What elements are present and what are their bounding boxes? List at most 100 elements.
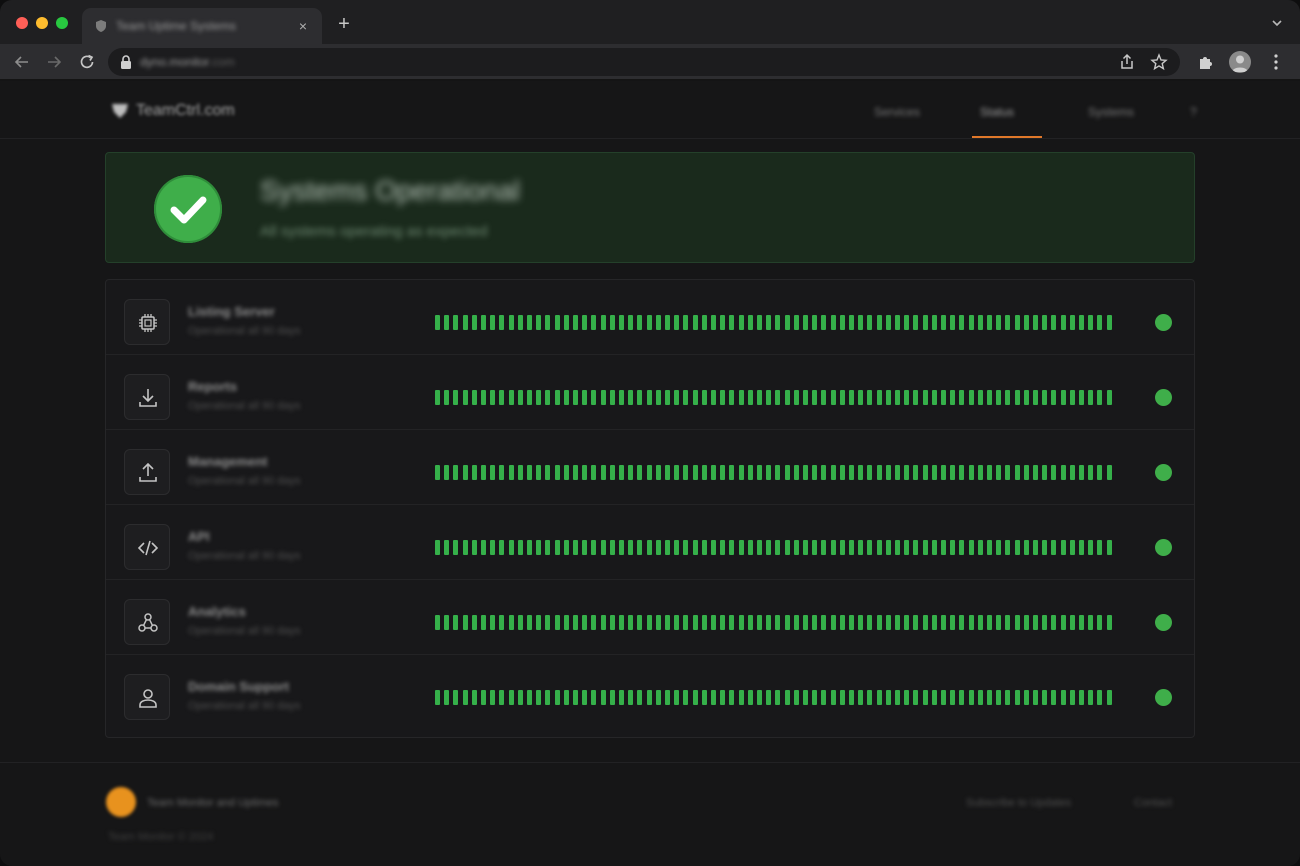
uptime-day-segment[interactable] [591, 615, 597, 630]
uptime-day-segment[interactable] [527, 390, 532, 405]
uptime-day-segment[interactable] [812, 315, 818, 330]
uptime-day-segment[interactable] [628, 315, 634, 330]
uptime-day-segment[interactable] [545, 615, 551, 630]
uptime-day-segment[interactable] [867, 540, 873, 555]
uptime-day-segment[interactable] [646, 690, 652, 705]
uptime-day-segment[interactable] [619, 690, 624, 705]
uptime-day-segment[interactable] [527, 690, 532, 705]
back-arrow-icon[interactable] [12, 52, 32, 72]
uptime-day-segment[interactable] [904, 390, 910, 405]
uptime-day-segment[interactable] [609, 390, 615, 405]
uptime-day-segment[interactable] [619, 315, 624, 330]
uptime-day-segment[interactable] [609, 465, 615, 480]
uptime-day-segment[interactable] [876, 465, 882, 480]
uptime-day-segment[interactable] [1042, 465, 1048, 480]
uptime-day-segment[interactable] [922, 465, 928, 480]
uptime-day-segment[interactable] [996, 690, 1002, 705]
chevron-down-icon[interactable] [1270, 16, 1284, 30]
uptime-day-segment[interactable] [1051, 615, 1057, 630]
uptime-day-segment[interactable] [444, 540, 450, 555]
uptime-day-segment[interactable] [931, 615, 937, 630]
uptime-day-segment[interactable] [517, 465, 523, 480]
uptime-day-segment[interactable] [582, 465, 588, 480]
uptime-day-segment[interactable] [462, 615, 468, 630]
uptime-day-segment[interactable] [757, 390, 762, 405]
uptime-day-segment[interactable] [573, 465, 578, 480]
uptime-day-segment[interactable] [646, 540, 652, 555]
uptime-day-segment[interactable] [775, 465, 781, 480]
uptime-day-segment[interactable] [1069, 690, 1075, 705]
uptime-day-segment[interactable] [481, 690, 486, 705]
uptime-day-segment[interactable] [1023, 690, 1029, 705]
uptime-day-segment[interactable] [784, 315, 790, 330]
uptime-day-segment[interactable] [517, 615, 523, 630]
uptime-day-segment[interactable] [619, 615, 624, 630]
uptime-day-segment[interactable] [665, 690, 670, 705]
uptime-day-segment[interactable] [554, 540, 560, 555]
uptime-day-segment[interactable] [858, 690, 864, 705]
uptime-day-segment[interactable] [655, 615, 661, 630]
uptime-day-segment[interactable] [1005, 540, 1011, 555]
uptime-day-segment[interactable] [1033, 390, 1038, 405]
uptime-day-segment[interactable] [849, 690, 854, 705]
uptime-day-segment[interactable] [839, 690, 845, 705]
uptime-day-segment[interactable] [729, 615, 735, 630]
uptime-day-segment[interactable] [628, 540, 634, 555]
uptime-day-segment[interactable] [435, 390, 440, 405]
uptime-day-segment[interactable] [1014, 540, 1020, 555]
uptime-day-segment[interactable] [508, 390, 514, 405]
uptime-day-segment[interactable] [904, 315, 910, 330]
uptime-day-segment[interactable] [968, 390, 974, 405]
uptime-day-segment[interactable] [637, 540, 643, 555]
uptime-day-segment[interactable] [462, 390, 468, 405]
uptime-day-segment[interactable] [812, 390, 818, 405]
uptime-day-segment[interactable] [517, 390, 523, 405]
uptime-day-segment[interactable] [720, 465, 726, 480]
uptime-day-segment[interactable] [747, 540, 753, 555]
uptime-day-segment[interactable] [812, 615, 818, 630]
uptime-day-segment[interactable] [655, 690, 661, 705]
uptime-day-segment[interactable] [499, 615, 505, 630]
uptime-day-segment[interactable] [674, 390, 680, 405]
uptime-day-segment[interactable] [931, 540, 937, 555]
uptime-day-segment[interactable] [922, 315, 928, 330]
uptime-day-segment[interactable] [913, 615, 919, 630]
uptime-day-segment[interactable] [913, 465, 919, 480]
uptime-day-segment[interactable] [591, 465, 597, 480]
uptime-day-segment[interactable] [775, 315, 781, 330]
uptime-day-segment[interactable] [711, 540, 716, 555]
uptime-day-segment[interactable] [821, 690, 827, 705]
uptime-day-segment[interactable] [784, 615, 790, 630]
uptime-day-segment[interactable] [996, 540, 1002, 555]
uptime-day-segment[interactable] [757, 540, 762, 555]
uptime-day-segment[interactable] [904, 465, 910, 480]
uptime-day-segment[interactable] [1005, 615, 1011, 630]
uptime-day-segment[interactable] [1060, 540, 1066, 555]
uptime-day-segment[interactable] [904, 540, 910, 555]
uptime-day-segment[interactable] [591, 315, 597, 330]
uptime-day-segment[interactable] [563, 315, 569, 330]
uptime-day-segment[interactable] [1088, 615, 1094, 630]
uptime-day-segment[interactable] [766, 465, 772, 480]
uptime-day-segment[interactable] [692, 390, 698, 405]
uptime-day-segment[interactable] [1014, 690, 1020, 705]
uptime-day-segment[interactable] [968, 540, 974, 555]
uptime-day-segment[interactable] [738, 690, 744, 705]
uptime-day-segment[interactable] [738, 615, 744, 630]
uptime-day-segment[interactable] [1051, 315, 1057, 330]
uptime-day-segment[interactable] [1005, 465, 1011, 480]
uptime-day-segment[interactable] [490, 615, 496, 630]
uptime-day-segment[interactable] [490, 465, 496, 480]
uptime-day-segment[interactable] [849, 315, 854, 330]
uptime-day-segment[interactable] [1088, 465, 1094, 480]
new-tab-button[interactable]: + [334, 14, 354, 34]
uptime-day-segment[interactable] [499, 540, 505, 555]
uptime-day-segment[interactable] [1005, 390, 1011, 405]
uptime-day-segment[interactable] [600, 465, 606, 480]
uptime-day-segment[interactable] [554, 465, 560, 480]
uptime-day-segment[interactable] [858, 315, 864, 330]
uptime-day-segment[interactable] [729, 315, 735, 330]
uptime-day-segment[interactable] [453, 315, 459, 330]
uptime-day-segment[interactable] [609, 690, 615, 705]
site-logo[interactable]: TeamCtrl.com [110, 102, 235, 120]
